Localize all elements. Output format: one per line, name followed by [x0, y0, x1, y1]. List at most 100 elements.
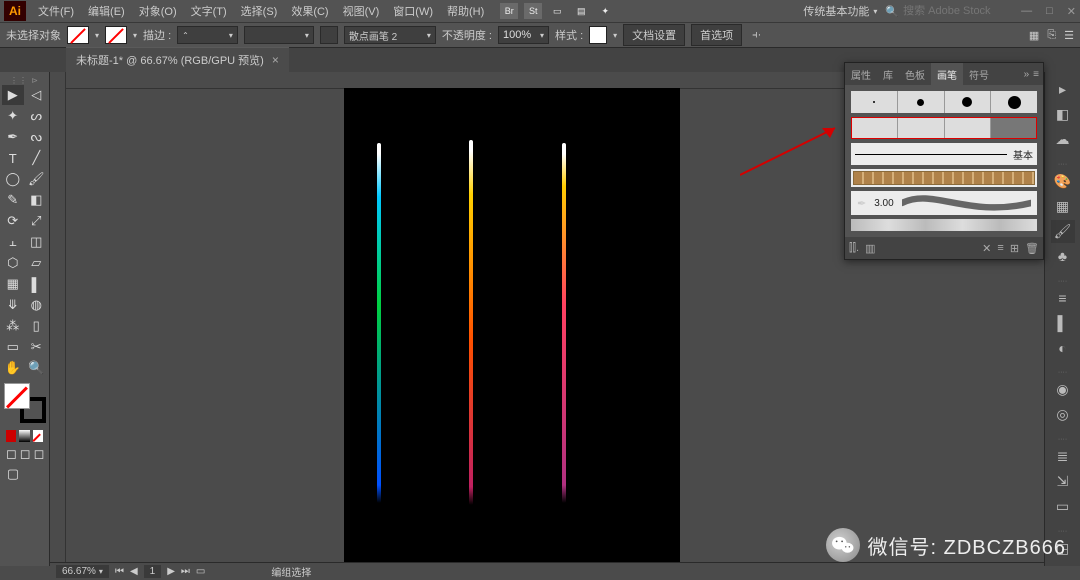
gradient-mode[interactable]	[19, 430, 29, 442]
chevron-down-icon[interactable]: ▾	[613, 31, 617, 40]
appearance-panel-icon[interactable]: ◉	[1051, 378, 1075, 401]
panel-expand-icon[interactable]: »	[1024, 69, 1030, 80]
gpu-icon[interactable]: ▤	[572, 3, 590, 19]
libraries-panel-icon[interactable]: ☁	[1051, 128, 1075, 151]
menu-type[interactable]: 文字(T)	[185, 1, 233, 21]
panel-tab-symbols[interactable]: 符号	[963, 63, 995, 85]
menu-help[interactable]: 帮助(H)	[441, 1, 490, 21]
chevron-down-icon[interactable]: ▾	[95, 31, 99, 40]
fill-swatch[interactable]	[67, 26, 89, 44]
pattern-brush[interactable]	[851, 169, 1037, 187]
arrange-icon[interactable]: ▭	[548, 3, 566, 19]
search-input[interactable]	[903, 5, 1003, 17]
artwork-stroke-3[interactable]	[562, 143, 566, 503]
rotate-tool[interactable]: ⟳	[2, 211, 24, 231]
artboard-index[interactable]: 1	[144, 565, 162, 578]
column-graph-tool[interactable]: ▯	[26, 316, 48, 336]
trap-icon[interactable]: ⫞·	[752, 29, 761, 42]
menu-view[interactable]: 视图(V)	[337, 1, 386, 21]
shape-builder-tool[interactable]: ⬡	[2, 253, 24, 273]
menu-edit[interactable]: 编辑(E)	[82, 1, 131, 21]
panel-toggle-icon[interactable]: ☰	[1064, 29, 1074, 42]
selection-tool[interactable]: ▶	[2, 85, 24, 105]
asset-export-panel-icon[interactable]: ⇲	[1051, 470, 1075, 493]
sparkle-icon[interactable]: ✦	[596, 3, 614, 19]
eyedropper-tool[interactable]: ⤋	[2, 295, 24, 315]
stroke-weight[interactable]: ⌃▾	[177, 26, 238, 44]
color-mode[interactable]	[6, 430, 16, 442]
panel-tab-properties[interactable]: 属性	[845, 63, 877, 85]
close-button[interactable]: ✕	[1067, 5, 1076, 18]
panel-tab-swatches[interactable]: 色板	[899, 63, 931, 85]
properties-panel-icon[interactable]: ◧	[1051, 103, 1075, 126]
menu-file[interactable]: 文件(F)	[32, 1, 80, 21]
brush-thumb[interactable]	[851, 91, 898, 113]
stroke-panel-icon[interactable]: ≡	[1051, 287, 1075, 310]
bridge-icon[interactable]: Br	[500, 3, 518, 19]
toolbox-handle[interactable]: ⋮⋮ ⊳	[2, 76, 47, 84]
close-tab-icon[interactable]: ×	[272, 53, 279, 67]
hand-tool[interactable]: ✋	[2, 358, 24, 378]
brush-thumb[interactable]	[851, 117, 898, 139]
line-tool[interactable]: ╱	[26, 148, 48, 168]
artboard-tool[interactable]: ▭	[2, 337, 24, 357]
draw-behind[interactable]: ◻	[20, 447, 31, 461]
bristle-brush[interactable]	[851, 219, 1037, 231]
draw-normal[interactable]: ◻	[6, 447, 17, 461]
brush-thumb[interactable]	[898, 117, 945, 139]
align-icon[interactable]: ▦	[1029, 29, 1039, 42]
menu-window[interactable]: 窗口(W)	[387, 1, 439, 21]
gradient-panel-icon[interactable]: ▌	[1051, 312, 1075, 335]
symbol-sprayer-tool[interactable]: ⁂	[2, 316, 24, 336]
menu-effect[interactable]: 效果(C)	[285, 1, 334, 21]
brush-thumb[interactable]	[991, 91, 1037, 113]
panel-tab-brushes[interactable]: 画笔	[931, 63, 963, 85]
panel-menu-icon[interactable]: ≡	[1033, 69, 1039, 80]
transform-icon[interactable]: ⎘	[1047, 29, 1056, 42]
document-setup-button[interactable]: 文档设置	[623, 24, 685, 46]
symbols-panel-icon[interactable]: ♣	[1051, 245, 1075, 268]
dock-collapse-icon[interactable]: ▸	[1051, 78, 1075, 101]
artboard[interactable]	[344, 88, 680, 566]
nav-next-icon[interactable]: ▶	[167, 566, 175, 577]
nav-prev-icon[interactable]: ◀	[130, 566, 138, 577]
artwork-stroke-1[interactable]	[377, 143, 381, 503]
delete-brush-icon[interactable]: 🗑	[1025, 242, 1039, 255]
direct-selection-tool[interactable]: ◁	[26, 85, 48, 105]
brush-thumb[interactable]	[945, 117, 992, 139]
minimize-button[interactable]: —	[1021, 5, 1032, 18]
stock-search[interactable]: 🔍	[885, 5, 1003, 18]
stroke-profile[interactable]: ▾	[244, 26, 314, 44]
cap-butt[interactable]	[320, 26, 338, 44]
art-brush[interactable]: ✒ 3.00	[851, 191, 1037, 215]
remove-stroke-icon[interactable]: ✕	[982, 242, 991, 255]
transparency-panel-icon[interactable]: ◐	[1051, 336, 1075, 359]
mesh-tool[interactable]: ▦	[2, 274, 24, 294]
document-tab[interactable]: 未标题-1* @ 66.67% (RGB/GPU 预览) ×	[66, 47, 289, 72]
fill-stroke-control[interactable]	[4, 383, 46, 423]
artboard-nav-icon[interactable]: ▭	[196, 566, 205, 577]
eraser-tool[interactable]: ◧	[26, 190, 48, 210]
basic-brush[interactable]: 基本	[851, 143, 1037, 165]
maximize-button[interactable]: □	[1046, 5, 1053, 18]
none-mode[interactable]	[33, 430, 43, 442]
slice-tool[interactable]: ✂	[26, 337, 48, 357]
nav-last-icon[interactable]: ⏭	[181, 566, 190, 577]
chevron-down-icon[interactable]: ▾	[133, 31, 137, 40]
screen-mode[interactable]: ▢	[2, 464, 24, 484]
type-tool[interactable]: T	[2, 148, 24, 168]
brush-thumb[interactable]	[945, 91, 992, 113]
preferences-button[interactable]: 首选项	[691, 24, 742, 46]
brush-thumb-selected[interactable]	[991, 117, 1037, 139]
color-panel-icon[interactable]: 🎨	[1051, 170, 1075, 193]
fill-color[interactable]	[4, 383, 30, 409]
brush-options-icon[interactable]: ≡	[997, 242, 1003, 254]
layers-panel-icon[interactable]: ≣	[1051, 445, 1075, 468]
brush-thumb[interactable]	[898, 91, 945, 113]
ellipse-tool[interactable]: ◯	[2, 169, 24, 189]
stroke-swatch[interactable]	[105, 26, 127, 44]
brush-libraries-icon[interactable]: ⫿⫿.	[849, 242, 859, 255]
workspace-switcher[interactable]: 传统基本功能 ▾	[803, 3, 877, 19]
stock-icon[interactable]: St	[524, 3, 542, 19]
swatches-panel-icon[interactable]: ▦	[1051, 195, 1075, 218]
